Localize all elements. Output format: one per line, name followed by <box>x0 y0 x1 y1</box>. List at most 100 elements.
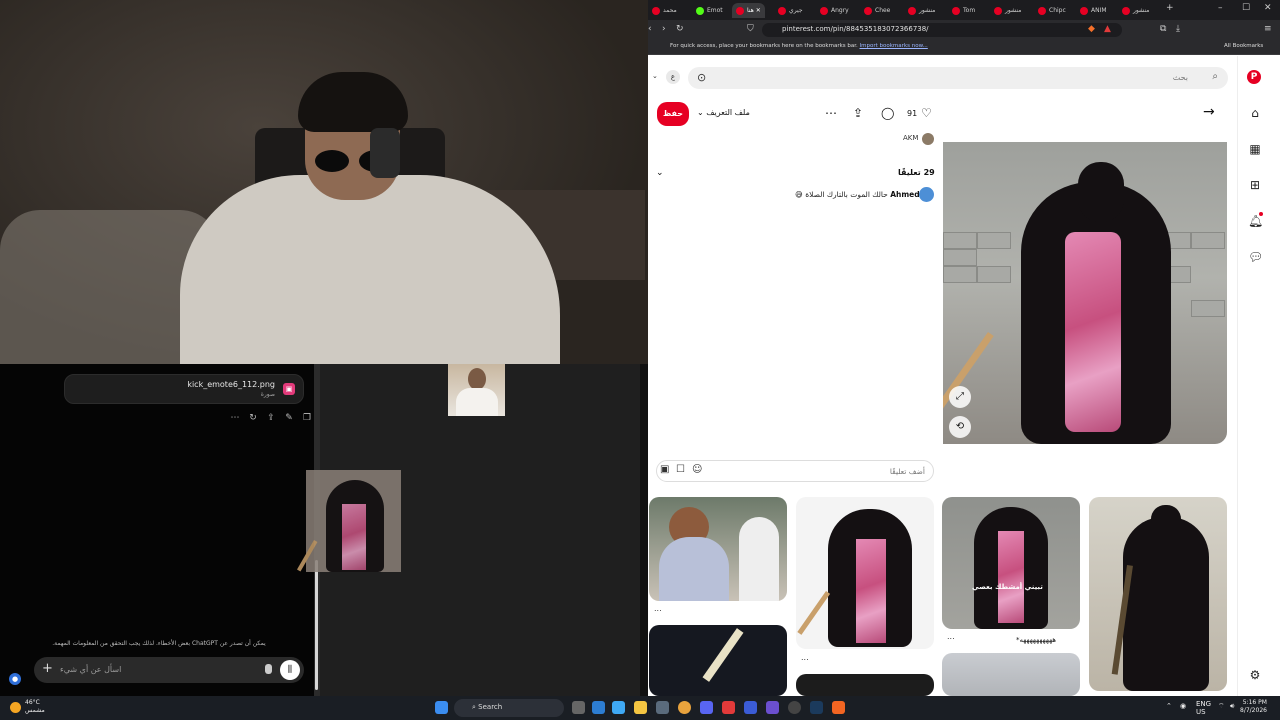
pinterest-logo-icon[interactable]: P <box>1247 70 1261 84</box>
share-icon[interactable]: ⇪ <box>266 413 276 423</box>
avatar[interactable]: ع <box>666 70 680 84</box>
attached-file-card[interactable]: kick_emote6_112.png صورة ▣ <box>64 374 304 404</box>
pin-image[interactable] <box>943 142 1227 444</box>
url-text[interactable]: pinterest.com/pin/884535183072366738/ <box>782 25 929 33</box>
browser-tab[interactable]: Chipc <box>1038 3 1066 18</box>
chrome-icon[interactable] <box>678 701 691 714</box>
search-input[interactable]: بحث ⌕ <box>688 67 1228 89</box>
grid-pin[interactable] <box>1089 497 1227 691</box>
browser-tab[interactable]: ANIM <box>1080 3 1107 18</box>
app-icon[interactable] <box>656 701 669 714</box>
all-bookmarks[interactable]: All Bookmarks <box>1224 43 1263 49</box>
new-tab-icon[interactable]: + <box>1166 3 1174 13</box>
volume-icon[interactable]: 🔊︎ <box>1230 702 1234 711</box>
grid-pin[interactable] <box>796 674 934 696</box>
info-badge-icon[interactable]: ● <box>9 673 21 685</box>
grid-pin[interactable]: تبيني أمشطك بعصي <box>942 497 1080 629</box>
minimize-icon[interactable]: – <box>1218 3 1223 13</box>
regenerate-icon[interactable]: ↻ <box>248 413 258 423</box>
pin-caption[interactable]: ... <box>801 653 809 662</box>
weather-icon[interactable] <box>10 702 21 713</box>
grid-pin[interactable] <box>942 653 1080 696</box>
notifications-icon[interactable]: 🔔︎ <box>1248 214 1263 228</box>
visual-search-icon[interactable]: ⟲ <box>949 416 971 438</box>
comment-avatar[interactable] <box>919 187 934 202</box>
browser-tab[interactable]: منشور <box>994 3 1021 18</box>
downloads-icon[interactable]: ⤓ <box>1176 24 1180 34</box>
visual-search-icon[interactable]: ⊙ <box>697 71 706 84</box>
explore-icon[interactable]: ▦ <box>1248 142 1262 156</box>
start-icon[interactable] <box>435 701 448 714</box>
app-icon[interactable] <box>722 701 735 714</box>
menu-icon[interactable]: ≡ <box>1264 24 1272 34</box>
browser-tab[interactable]: منشور <box>908 3 935 18</box>
discord-icon[interactable] <box>700 701 713 714</box>
creator-name[interactable]: AKM <box>903 134 918 142</box>
chat-input-placeholder[interactable]: اسأل عن أي شيء <box>60 665 121 674</box>
browser-tab[interactable]: Emot <box>696 3 723 18</box>
browser-tab[interactable]: محمد <box>652 3 677 18</box>
tray-chevron-icon[interactable]: ⌃ <box>1166 702 1172 710</box>
tray-icon[interactable]: ◉ <box>1180 702 1186 710</box>
brave-shield-icon[interactable]: ◆ <box>1088 24 1095 34</box>
clock[interactable]: 5:16 PM 8/7/2026 <box>1240 699 1267 715</box>
chevron-down-icon[interactable]: ⌄ <box>656 168 664 178</box>
emoji-icon[interactable]: ☺ <box>692 464 702 475</box>
browser-tab[interactable]: جيري <box>778 3 803 18</box>
grid-pin[interactable] <box>649 625 787 696</box>
comment-icon[interactable]: ◯ <box>881 106 894 120</box>
obs-icon[interactable] <box>788 701 801 714</box>
taskbar-search[interactable] <box>454 699 564 717</box>
pin-caption[interactable]: *ههههههههههه <box>1016 636 1056 644</box>
grid-pin[interactable] <box>649 497 787 601</box>
file-explorer-icon[interactable] <box>634 701 647 714</box>
import-bookmarks-link[interactable]: Import bookmarks now... <box>860 43 928 49</box>
heart-icon[interactable]: ♡ <box>921 106 932 120</box>
edit-icon[interactable]: ✎ <box>284 413 294 423</box>
language-indicator[interactable]: ENG US <box>1196 700 1211 716</box>
forward-icon[interactable]: › <box>662 24 666 34</box>
brave-icon[interactable] <box>832 701 845 714</box>
scrollbar[interactable] <box>315 560 318 690</box>
steam-icon[interactable] <box>810 701 823 714</box>
edge-icon[interactable] <box>612 701 625 714</box>
sticker-icon[interactable]: ☐ <box>676 464 685 475</box>
plus-icon[interactable]: + <box>42 661 53 676</box>
app-icon[interactable] <box>744 701 757 714</box>
save-button[interactable]: حفظ <box>657 102 689 126</box>
image-upload-icon[interactable]: ▣ <box>660 464 669 475</box>
wifi-icon[interactable]: ⌔ <box>1218 702 1225 711</box>
close-window-icon[interactable]: ✕ <box>1264 3 1272 13</box>
maximize-icon[interactable]: ☐ <box>1242 3 1250 13</box>
extensions-icon[interactable]: ⧉ <box>1160 24 1166 34</box>
browser-tab[interactable]: Tom <box>952 3 975 18</box>
home-icon[interactable]: ⌂ <box>1248 106 1262 120</box>
back-icon[interactable]: ‹ <box>648 24 652 34</box>
microphone-icon[interactable] <box>265 664 272 674</box>
reload-icon[interactable]: ↻ <box>676 24 684 34</box>
create-icon[interactable]: ⊞ <box>1248 178 1262 192</box>
more-icon[interactable]: ⋯ <box>230 413 240 423</box>
pin-caption[interactable]: ... <box>654 604 662 613</box>
browser-tab-active[interactable]: هنا ✕ <box>732 3 765 18</box>
weather-widget[interactable]: 46°C مشمس <box>25 699 45 715</box>
task-view-icon[interactable] <box>572 701 585 714</box>
grid-pin[interactable] <box>796 497 934 649</box>
browser-tab[interactable]: Chee <box>864 3 890 18</box>
expand-icon[interactable]: ⤢ <box>949 386 971 408</box>
messages-icon[interactable]: 💬︎ <box>1248 250 1263 264</box>
browser-tab[interactable]: منشور <box>1122 3 1149 18</box>
chat-composer[interactable]: + اسأل عن أي شيء ⫼ <box>34 657 304 683</box>
share-icon[interactable]: ⇪ <box>853 106 863 120</box>
chevron-down-icon[interactable]: ⌄ <box>652 72 658 80</box>
settings-icon[interactable]: ⚙ <box>1248 668 1262 682</box>
app-icon[interactable] <box>592 701 605 714</box>
brave-rewards-icon[interactable]: ▲ <box>1104 24 1111 34</box>
browser-tab[interactable]: Angry <box>820 3 849 18</box>
copy-icon[interactable]: ❐ <box>302 413 312 423</box>
app-icon[interactable] <box>766 701 779 714</box>
bookmark-icon[interactable]: ⛉ <box>747 24 754 34</box>
creator-avatar[interactable] <box>922 133 934 145</box>
voice-mode-icon[interactable]: ⫼ <box>280 660 300 680</box>
board-selector[interactable]: ملف التعريف ⌄ <box>697 108 750 117</box>
